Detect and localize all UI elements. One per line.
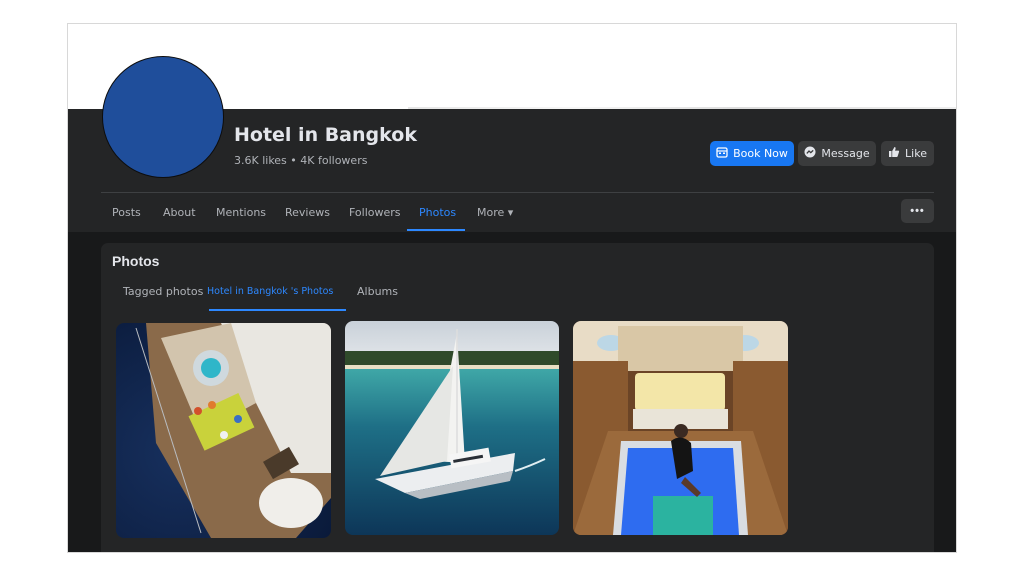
tab-more[interactable]: More ▾ [477,206,513,219]
more-options-button[interactable]: ••• [901,199,934,223]
page-title[interactable]: Hotel in Bangkok [234,124,417,146]
active-subtab-indicator [209,309,346,311]
subtab-page-photos[interactable]: Hotel in Bangkok 's Photos [207,286,333,297]
tab-about[interactable]: About [163,206,196,219]
tab-posts[interactable]: Posts [112,206,141,219]
tab-reviews[interactable]: Reviews [285,206,330,219]
photo-thumbnail-yacht-deck[interactable] [116,323,331,538]
book-now-label: Book Now [733,147,788,160]
tab-photos[interactable]: Photos [419,206,456,219]
tab-followers[interactable]: Followers [349,206,401,219]
facebook-page-window: Hotel in Bangkok 3.6K likes • 4K followe… [67,23,957,553]
message-button[interactable]: Message [798,141,876,166]
photo-thumbnail-yacht-cabin[interactable] [573,321,788,535]
message-label: Message [821,147,870,160]
active-tab-indicator [407,229,465,231]
like-label: Like [905,147,927,160]
subtab-tagged-photos[interactable]: Tagged photos [123,285,203,298]
photo-thumbnail-sailing-yacht[interactable] [345,321,559,535]
page-stats[interactable]: 3.6K likes • 4K followers [234,154,367,167]
photos-section: Photos Tagged photos Hotel in Bangkok 's… [101,243,934,552]
book-now-button[interactable]: Book Now [710,141,794,166]
tab-mentions[interactable]: Mentions [216,206,266,219]
profile-avatar[interactable] [102,56,224,178]
messenger-icon [804,146,816,161]
thumbs-up-icon [888,146,900,161]
header-divider [101,192,934,193]
calendar-icon [716,146,728,161]
subtab-albums[interactable]: Albums [357,285,398,298]
like-button[interactable]: Like [881,141,934,166]
photos-heading: Photos [112,253,160,269]
